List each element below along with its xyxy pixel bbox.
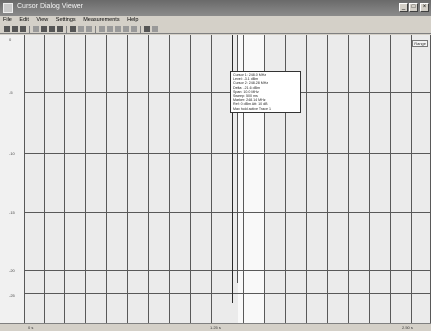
open-icon[interactable]	[12, 26, 18, 32]
grid-line-vertical	[24, 35, 25, 323]
print-icon[interactable]	[33, 26, 39, 32]
grid-line-vertical	[348, 35, 349, 323]
tooltip-line: Max hold active Trace 1	[233, 106, 271, 111]
x-axis-mid-label: 1.25 s	[210, 325, 221, 330]
menu-help[interactable]: Help	[124, 16, 141, 25]
y-tick-label: -20	[9, 268, 15, 273]
grid-line-vertical	[211, 35, 212, 323]
x-axis-start-label: 0 s	[28, 325, 34, 330]
copy-icon[interactable]	[49, 26, 55, 32]
zoom-in-icon[interactable]	[70, 26, 76, 32]
window-title: Cursor Dialog Viewer	[17, 3, 84, 10]
x-axis-bar: 0 s 1.25 s 2.50 s	[0, 323, 431, 331]
play-icon[interactable]	[144, 26, 150, 32]
grid-line-vertical	[64, 35, 65, 323]
title-bar: Cursor Dialog Viewer _ □ ×	[0, 0, 431, 16]
new-icon[interactable]	[4, 26, 10, 32]
plot-area[interactable]: 0 -5 -10 -15 -20 -25 Range Cursor 1: 248…	[0, 35, 431, 323]
menu-settings[interactable]: Settings	[53, 16, 79, 25]
y-tick-label: -5	[9, 90, 13, 95]
y-tick-label: -10	[9, 151, 15, 156]
grid-line-horizontal	[24, 293, 431, 294]
menu-measurements[interactable]: Measurements	[80, 16, 122, 25]
toolbar-separator	[95, 26, 96, 33]
grid-line-horizontal	[24, 153, 431, 154]
grid-line-vertical	[44, 35, 45, 323]
x-axis-end-label: 2.50 s	[402, 325, 413, 330]
close-button[interactable]: ×	[420, 3, 429, 12]
zoom-out-icon[interactable]	[78, 26, 84, 32]
grid-line-vertical	[106, 35, 107, 323]
grid-line-vertical	[148, 35, 149, 323]
y-tick-label: -15	[9, 210, 15, 215]
grid-line-horizontal	[24, 212, 431, 213]
marker-icon[interactable]	[99, 26, 105, 32]
grid-icon[interactable]	[131, 26, 137, 32]
range-indicator[interactable]: Range	[412, 40, 428, 47]
cursor-info-tooltip: Cursor 1: 248.0 MHz Level: -3.1 dBm Curs…	[230, 71, 301, 113]
toolbar-separator	[140, 26, 141, 33]
grid-line-horizontal	[24, 270, 431, 271]
menu-view[interactable]: View	[33, 16, 51, 25]
y-tick-label: 0	[9, 37, 12, 42]
toolbar-separator	[29, 26, 30, 33]
grid-line-vertical	[369, 35, 370, 323]
hold-icon[interactable]	[115, 26, 121, 32]
cursor-icon[interactable]	[86, 26, 92, 32]
menu-file[interactable]: File	[0, 16, 15, 25]
app-icon	[3, 3, 13, 13]
y-tick-label: -25	[9, 293, 15, 298]
cut-icon[interactable]	[41, 26, 47, 32]
grid-line-vertical	[390, 35, 391, 323]
stop-icon[interactable]	[152, 26, 158, 32]
trace-icon[interactable]	[123, 26, 129, 32]
menu-edit[interactable]: Edit	[16, 16, 31, 25]
grid-line-vertical	[411, 35, 412, 323]
grid-line-vertical	[306, 35, 307, 323]
menu-bar: File Edit View Settings Measurements Hel…	[0, 16, 431, 25]
toolbar-separator	[66, 26, 67, 33]
peak-icon[interactable]	[107, 26, 113, 32]
save-icon[interactable]	[20, 26, 26, 32]
grid-line-vertical	[169, 35, 170, 323]
grid-line-horizontal	[24, 92, 431, 93]
paste-icon[interactable]	[57, 26, 63, 32]
minimize-button[interactable]: _	[399, 3, 408, 12]
grid-line-vertical	[127, 35, 128, 323]
grid-line-vertical	[190, 35, 191, 323]
toolbar	[0, 25, 431, 34]
y-axis-strip	[0, 35, 24, 323]
grid-line-vertical	[327, 35, 328, 323]
grid-line-vertical	[85, 35, 86, 323]
maximize-button[interactable]: □	[409, 3, 418, 12]
